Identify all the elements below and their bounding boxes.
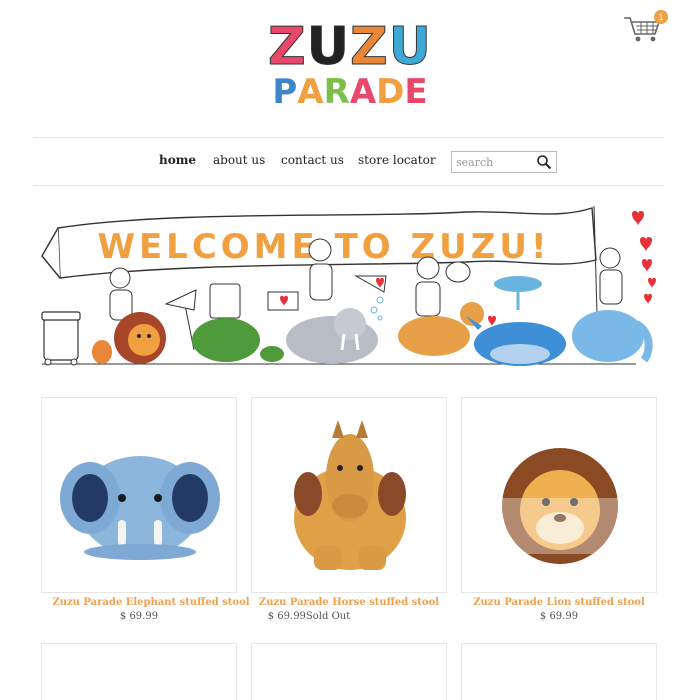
product-card-partial[interactable] bbox=[41, 643, 237, 700]
product-card-horse[interactable] bbox=[251, 397, 447, 593]
horse-stool-image bbox=[294, 420, 406, 570]
lion-stool-image bbox=[502, 448, 618, 564]
product-image-horse[interactable] bbox=[251, 397, 447, 593]
product-price-lion: $ 69.99 bbox=[539, 611, 579, 622]
product-card-partial[interactable] bbox=[251, 643, 447, 700]
elephant-stool-image bbox=[60, 456, 220, 560]
logo-letter: R bbox=[323, 72, 350, 112]
logo-zuzu: Z U Z U bbox=[262, 17, 438, 77]
nav-item-contact-us[interactable]: contact us bbox=[281, 153, 344, 167]
nav-divider-top bbox=[33, 137, 664, 138]
logo-letter: A bbox=[349, 72, 377, 112]
search-box bbox=[451, 151, 557, 173]
logo-letter: A bbox=[297, 72, 324, 112]
cart-count-badge: 1 bbox=[654, 10, 668, 24]
nav-divider-bottom bbox=[33, 185, 664, 186]
nav-item-home[interactable]: home bbox=[159, 153, 196, 167]
product-price-elephant: $ 69.99 bbox=[119, 611, 159, 622]
product-image-lion[interactable] bbox=[461, 397, 657, 593]
nav-item-about-us[interactable]: about us bbox=[213, 153, 265, 167]
cart-button[interactable]: 1 bbox=[622, 10, 668, 44]
product-card-lion[interactable] bbox=[461, 397, 657, 593]
banner-illustration: WELCOME TO ZUZU! bbox=[41, 205, 656, 366]
logo-letter: P bbox=[272, 72, 298, 112]
logo-letter: Z bbox=[268, 17, 307, 77]
logo-letter: U bbox=[306, 17, 350, 77]
search-input[interactable] bbox=[456, 154, 536, 170]
logo-letter: U bbox=[388, 17, 432, 77]
main-nav: home about us contact us store locator bbox=[0, 150, 700, 174]
logo-parade: P A R A D E bbox=[262, 72, 438, 112]
site-logo[interactable]: Z U Z U P A R A D E bbox=[262, 17, 438, 118]
logo-letter: D bbox=[376, 72, 405, 112]
product-card-elephant[interactable] bbox=[41, 397, 237, 593]
nav-item-store-locator[interactable]: store locator bbox=[358, 153, 436, 167]
product-name-horse[interactable]: Zuzu Parade Horse stuffed stool bbox=[229, 597, 469, 608]
product-price-horse: $ 69.99Sold Out bbox=[229, 611, 389, 622]
search-icon[interactable] bbox=[536, 154, 552, 170]
product-image-elephant[interactable] bbox=[41, 397, 237, 593]
sold-out-label: Sold Out bbox=[305, 611, 351, 622]
welcome-banner[interactable]: WELCOME TO ZUZU! bbox=[36, 200, 664, 372]
product-name-lion[interactable]: Zuzu Parade Lion stuffed stool bbox=[439, 597, 679, 608]
logo-letter: Z bbox=[350, 17, 389, 77]
logo-letter: E bbox=[404, 72, 428, 112]
price-value: $ 69.99 bbox=[267, 611, 306, 622]
product-card-partial[interactable] bbox=[461, 643, 657, 700]
